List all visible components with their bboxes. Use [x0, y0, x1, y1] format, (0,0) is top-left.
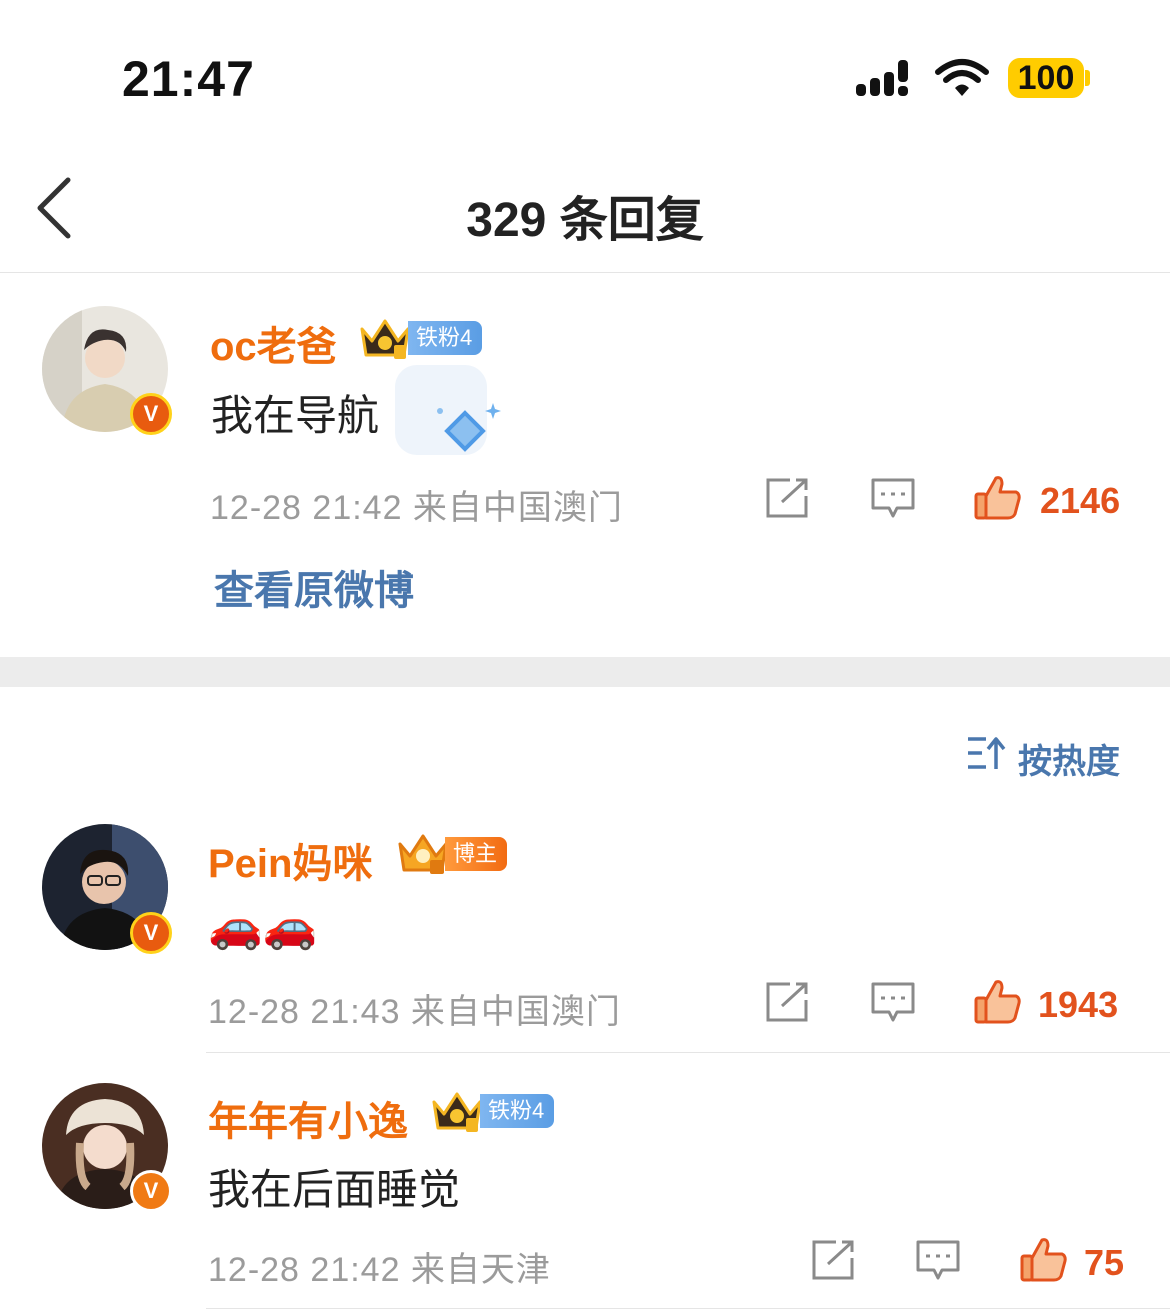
status-time: 21:47 — [122, 51, 255, 107]
like-count: 75 — [1084, 1242, 1125, 1283]
comment-meta: 12-28 21:43 来自中国澳门 — [208, 993, 621, 1031]
fan-badge: 铁粉4 — [408, 321, 483, 355]
battery-tip — [1085, 70, 1090, 86]
sort-by-hot[interactable]: 按热度 — [1018, 734, 1120, 783]
comment-icon[interactable] — [871, 982, 915, 1022]
reply-divider — [206, 1052, 1170, 1053]
sort-icon[interactable] — [966, 735, 1006, 771]
comment-icon[interactable] — [916, 1240, 960, 1280]
comment-text: 我在导航 — [211, 392, 380, 439]
username[interactable]: Pein妈咪 — [208, 831, 372, 889]
section-separator — [0, 657, 1170, 687]
like-count: 1943 — [1038, 984, 1119, 1025]
view-original-link[interactable]: 查看原微博 — [214, 558, 414, 616]
cellular-signal-icon — [856, 60, 908, 96]
username[interactable]: oc老爸 — [210, 314, 337, 372]
verified-badge: V — [130, 912, 172, 954]
comment-text: 🚗🚗 — [208, 902, 318, 951]
like-count: 2146 — [1040, 480, 1121, 521]
username[interactable]: 年年有小逸 — [208, 1089, 408, 1147]
comment-meta: 12-28 21:42 来自中国澳门 — [210, 489, 623, 527]
share-icon[interactable] — [812, 1240, 856, 1280]
verified-badge: V — [130, 393, 172, 435]
battery-icon: 100 — [1008, 58, 1084, 98]
comment-meta: 12-28 21:42 来自天津 — [208, 1251, 551, 1289]
sparkle-decoration-icon — [395, 365, 501, 455]
like-thumb-icon[interactable] — [974, 978, 1022, 1024]
page-title: 329 条回复 — [466, 194, 704, 247]
crown-icon — [360, 319, 410, 359]
nav-divider — [0, 272, 1170, 273]
crown-icon — [398, 834, 448, 874]
crown-icon — [432, 1092, 482, 1132]
reply-divider — [206, 1308, 1170, 1309]
like-thumb-icon[interactable] — [974, 474, 1022, 520]
comment-icon[interactable] — [871, 478, 915, 518]
share-icon[interactable] — [766, 982, 810, 1022]
comment-text: 我在后面睡觉 — [208, 1166, 461, 1213]
blogger-badge: 博主 — [445, 837, 508, 871]
wifi-icon — [935, 59, 989, 96]
verified-badge: V — [130, 1170, 172, 1212]
like-thumb-icon[interactable] — [1020, 1236, 1068, 1282]
fan-badge: 铁粉4 — [480, 1094, 555, 1128]
share-icon[interactable] — [766, 478, 810, 518]
